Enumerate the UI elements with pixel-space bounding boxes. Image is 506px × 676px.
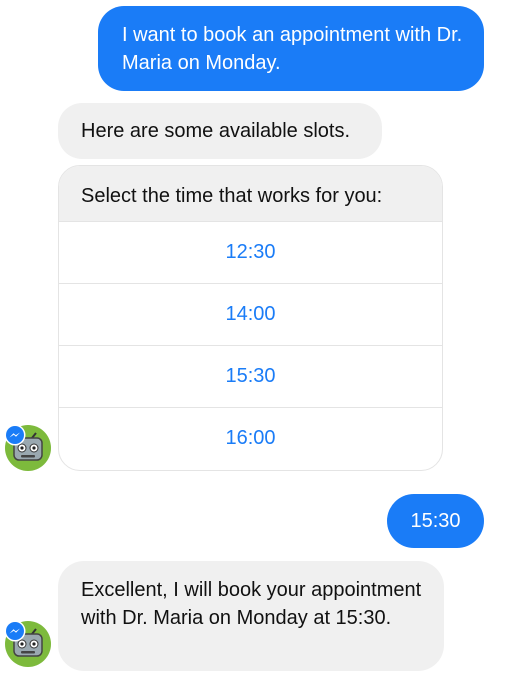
user-reply: 15:30: [387, 494, 484, 548]
time-slot-option[interactable]: 15:30: [59, 345, 442, 407]
messenger-icon: [4, 620, 26, 642]
time-slot-option[interactable]: 12:30: [59, 221, 442, 283]
quick-reply-prompt: Select the time that works for you:: [59, 166, 442, 221]
message-text: 15:30: [410, 510, 461, 532]
user-message: I want to book an appointment with Dr. M…: [98, 6, 484, 91]
chat-thread: I want to book an appointment with Dr. M…: [0, 0, 506, 676]
bot-avatar: [4, 424, 52, 472]
time-slot-option[interactable]: 14:00: [59, 283, 442, 345]
bot-message: Here are some available slots.: [58, 103, 382, 159]
bot-message: Excellent, I will book your appointment …: [58, 561, 444, 671]
bot-avatar: [4, 620, 52, 668]
message-text: I want to book an appointment with Dr. M…: [122, 24, 463, 74]
quick-reply-card: Select the time that works for you: 12:3…: [58, 165, 443, 471]
message-text: Here are some available slots.: [81, 120, 351, 142]
time-slot-option[interactable]: 16:00: [59, 407, 442, 469]
messenger-icon: [4, 424, 26, 446]
message-text: Excellent, I will book your appointment …: [81, 579, 422, 629]
